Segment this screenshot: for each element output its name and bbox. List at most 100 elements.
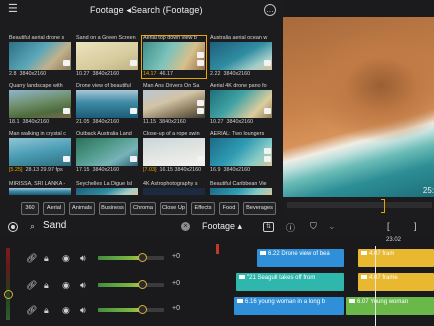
footage-thumbnail[interactable] (76, 90, 138, 118)
footage-caption: Close-up of a rope swin (143, 131, 200, 137)
footage-item[interactable]: MIRISSA, SRI LANKA - (9, 181, 71, 195)
search-input[interactable]: ⌕ Sand × (26, 220, 194, 234)
footage-thumbnail[interactable] (76, 188, 138, 195)
track-volume-slider[interactable] (98, 305, 164, 314)
volume-knob[interactable] (138, 280, 147, 289)
footage-thumbnail[interactable] (76, 42, 138, 70)
footage-item[interactable]: Outback Australia Land 17.15 3840x2160 (76, 131, 138, 173)
footage-item[interactable]: Quarry landscape with 18.1 3840x2160 (9, 83, 71, 125)
footage-meta: 16.9 3840x2160 (210, 167, 251, 173)
video-badge-icon (264, 156, 271, 162)
timeline-clip[interactable]: "21 Seagull takes off from (236, 273, 344, 291)
viewer-scrubber[interactable] (283, 197, 434, 219)
footage-thumbnail[interactable] (9, 90, 71, 118)
list-view-icon[interactable]: ☰ (8, 2, 18, 15)
lock-icon[interactable]: 🔒︎ (44, 253, 49, 264)
speaker-icon[interactable]: 🔊︎ (80, 253, 86, 264)
footage-item[interactable]: Drone view of beautiful 21.05 3840x2160 (76, 83, 138, 125)
footage-caption: Outback Australia Land (76, 131, 132, 137)
footage-caption: Aerial 4K drone pano fo (210, 83, 267, 89)
search-icon: ⌕ (30, 221, 36, 231)
speaker-icon[interactable]: 🔊︎ (80, 280, 86, 291)
track-controls: 🔗︎ 🔒︎ ◉ 🔊︎ +0 (0, 246, 256, 270)
clear-search-icon[interactable]: × (181, 222, 190, 231)
out-bracket-icon[interactable]: ] (414, 221, 417, 231)
link-icon[interactable]: 🔗︎ (26, 305, 37, 316)
visibility-eye-icon[interactable]: ◉ (62, 280, 70, 291)
track-volume-slider[interactable] (98, 280, 164, 289)
marker-icon[interactable]: ⛉ (310, 221, 317, 232)
footage-thumbnail[interactable] (210, 188, 272, 195)
preview-viewer[interactable]: 25: (283, 17, 434, 197)
scrub-bar[interactable] (287, 202, 432, 208)
video-badge-icon (197, 100, 204, 106)
footage-thumbnail[interactable] (210, 90, 272, 118)
footage-item[interactable]: Australia aerial ocean w 2.22 3840x2160 (210, 35, 272, 77)
tag-effects[interactable]: Effects (191, 202, 215, 215)
footage-item[interactable]: Close-up of a rope swin [7.03] 16.15 3840… (143, 131, 205, 173)
tag-close-up[interactable]: Close Up (160, 202, 187, 215)
footage-item[interactable]: Aerial 4K drone pano fo 10.27 3840x2160 (210, 83, 272, 125)
dropdown-chevron-icon[interactable]: ⌄ (328, 221, 336, 232)
tag-360[interactable]: 360 (21, 202, 39, 215)
footage-thumbnail[interactable] (76, 138, 138, 166)
in-bracket-icon[interactable]: [ (387, 221, 390, 231)
track-volume-slider[interactable] (98, 253, 164, 262)
video-badge-icon (63, 156, 70, 162)
link-icon[interactable]: 🔗︎ (26, 280, 37, 291)
volume-knob[interactable] (138, 253, 147, 262)
tag-food[interactable]: Food (219, 202, 239, 215)
footage-thumbnail[interactable]: ✓ (143, 42, 205, 70)
tag-beverages[interactable]: Beverages (243, 202, 276, 215)
footage-filter-dropdown[interactable]: Footage ▴ (202, 221, 242, 232)
more-options-icon[interactable]: … (264, 4, 276, 16)
track-volume-value: +0 (172, 305, 180, 312)
footage-thumbnail[interactable] (143, 138, 205, 166)
footage-meta: 2.8 3840x2160 (9, 71, 47, 77)
footage-item[interactable]: Man Ans Drivers On Sa 11.15 3840x2160 (143, 83, 205, 125)
info-icon[interactable]: ⓘ (286, 221, 295, 234)
footage-item[interactable]: Seychelles La Digue Isl (76, 181, 138, 195)
footage-item[interactable]: Beautiful aerial drone s 2.8 3840x2160 (9, 35, 71, 77)
timeline-clip[interactable]: 4.07 fram (358, 249, 434, 267)
search-value[interactable]: Sand (43, 220, 66, 231)
footage-caption: Aerial top down view b (143, 35, 197, 41)
timeline-clip[interactable]: 6.22 Drone view of bea (257, 249, 344, 267)
footage-caption: Man Ans Drivers On Sa (143, 83, 200, 89)
footage-item-selected[interactable]: Aerial top down view b ✓ 14.1746.17 (141, 35, 207, 79)
playhead[interactable] (375, 246, 376, 326)
footage-thumbnail[interactable] (9, 42, 71, 70)
footage-thumbnail[interactable] (9, 188, 71, 195)
tag-business[interactable]: Business (99, 202, 126, 215)
record-icon[interactable] (8, 222, 18, 232)
timeline-clip[interactable]: 6.07 Young woman (346, 297, 434, 315)
timeline-clip[interactable]: 4.07 frame (358, 273, 434, 291)
footage-grid: Beautiful aerial drone s 2.8 3840x2160 Sa… (9, 35, 275, 196)
link-icon[interactable]: 🔗︎ (26, 253, 37, 264)
footage-thumbnail[interactable] (143, 188, 205, 195)
browser-title[interactable]: Footage ◂Search (Footage) (90, 5, 203, 16)
footage-thumbnail[interactable] (210, 42, 272, 70)
video-badge-icon (264, 148, 271, 154)
footage-item[interactable]: Beautiful Caribbean Vie (210, 181, 272, 195)
out-point-handle[interactable] (381, 199, 385, 213)
tag-chroma[interactable]: Chroma (130, 202, 156, 215)
sort-icon[interactable]: ⇅ (263, 222, 274, 232)
lock-icon[interactable]: 🔒︎ (44, 280, 49, 291)
visibility-eye-icon[interactable]: ◉ (62, 305, 70, 316)
footage-thumbnail[interactable] (143, 90, 205, 118)
footage-thumbnail[interactable] (9, 138, 71, 166)
tag-animals[interactable]: Animals (69, 202, 95, 215)
footage-item[interactable]: Sand on a Green Screen 10.27 3840x2160 (76, 35, 138, 77)
visibility-eye-icon[interactable]: ◉ (62, 253, 70, 264)
speaker-icon[interactable]: 🔊︎ (80, 305, 86, 316)
footage-item[interactable]: 4K Astrophotography s (143, 181, 205, 195)
volume-knob[interactable] (138, 305, 147, 314)
track-volume-value: +0 (172, 280, 180, 287)
footage-item[interactable]: AERIAL: Two loungers ✓ 16.93840x2160 (210, 131, 272, 173)
timeline-clip[interactable]: 6.16 young woman in a long b (234, 297, 344, 315)
tag-aerial[interactable]: Aerial (43, 202, 65, 215)
footage-item[interactable]: Man walking in crystal c [5.25] 28.13 29.… (9, 131, 71, 173)
footage-thumbnail[interactable]: ✓ (210, 138, 272, 166)
lock-icon[interactable]: 🔒︎ (44, 305, 49, 316)
